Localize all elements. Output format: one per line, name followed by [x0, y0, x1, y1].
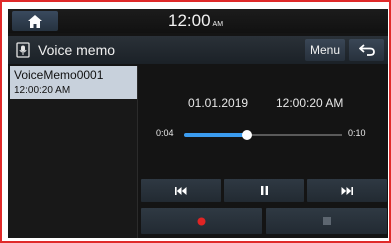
back-button[interactable]	[349, 39, 384, 61]
back-arrow-icon	[358, 44, 375, 56]
recording-name: VoiceMemo0001	[14, 68, 104, 82]
skip-next-icon	[341, 186, 353, 195]
elapsed-time: 0:04	[156, 128, 174, 138]
recording-date: 01.01.2019	[188, 96, 249, 110]
progress-track[interactable]	[184, 130, 342, 140]
recording-time: 12:00:20 AM	[14, 85, 71, 96]
previous-button[interactable]	[141, 179, 221, 202]
stop-icon	[322, 217, 331, 225]
status-bar: 12:00 AM	[8, 9, 388, 33]
pause-icon	[260, 186, 268, 195]
stop-button	[266, 208, 387, 234]
record-button[interactable]	[141, 208, 262, 234]
screenshot-frame: 12:00 AM Voice memo Menu VoiceMemo0001 1…	[0, 0, 391, 243]
clock-ampm: AM	[212, 21, 224, 28]
next-button[interactable]	[307, 179, 387, 202]
head-unit-screen: 12:00 AM Voice memo Menu VoiceMemo0001 1…	[8, 9, 388, 238]
clock-time: 12:00	[168, 11, 211, 30]
home-button[interactable]	[12, 11, 58, 31]
record-icon	[197, 217, 206, 225]
progress-thumb[interactable]	[242, 130, 253, 140]
skip-previous-icon	[175, 186, 187, 195]
page-title: Voice memo	[38, 42, 116, 58]
title-bar: Voice memo Menu	[8, 36, 388, 64]
total-duration: 0:10	[348, 128, 366, 138]
clock: 12:00 AM	[168, 10, 223, 32]
menu-button[interactable]: Menu	[305, 39, 345, 61]
list-item[interactable]: VoiceMemo0001 12:00:20 AM	[10, 66, 137, 99]
pause-button[interactable]	[224, 179, 304, 202]
voice-memo-icon	[16, 42, 30, 58]
progress-fill	[184, 133, 248, 137]
recording-timestamp: 12:00:20 AM	[276, 96, 344, 110]
recording-list: VoiceMemo0001 12:00:20 AM	[8, 66, 138, 238]
home-icon	[28, 14, 42, 28]
